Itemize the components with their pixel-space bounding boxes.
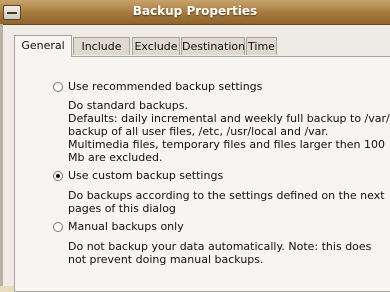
tab-time[interactable]: Time [246, 37, 277, 55]
window-left-edge [0, 24, 3, 286]
tab-destination[interactable]: Destination [181, 37, 245, 55]
backup-properties-window: Backup Properties General Include Exclud… [0, 0, 390, 292]
title-bar[interactable]: Backup Properties [0, 0, 390, 25]
recommended-label[interactable]: Use recommended backup settings [68, 80, 262, 93]
manual-label[interactable]: Manual backups only [68, 220, 184, 233]
tab-general[interactable]: General [14, 35, 72, 57]
tab-include[interactable]: Include [73, 37, 130, 55]
manual-radio[interactable] [53, 222, 63, 232]
recommended-description: Do standard backups. Defaults: daily inc… [68, 99, 390, 164]
custom-description: Do backups according to the settings def… [68, 189, 385, 215]
custom-radio[interactable] [53, 171, 63, 181]
custom-label[interactable]: Use custom backup settings [68, 169, 223, 182]
tab-exclude[interactable]: Exclude [132, 37, 180, 55]
window-title: Backup Properties [132, 4, 258, 18]
recommended-radio[interactable] [53, 82, 63, 92]
manual-description: Do not backup your data automatically. N… [68, 240, 372, 266]
